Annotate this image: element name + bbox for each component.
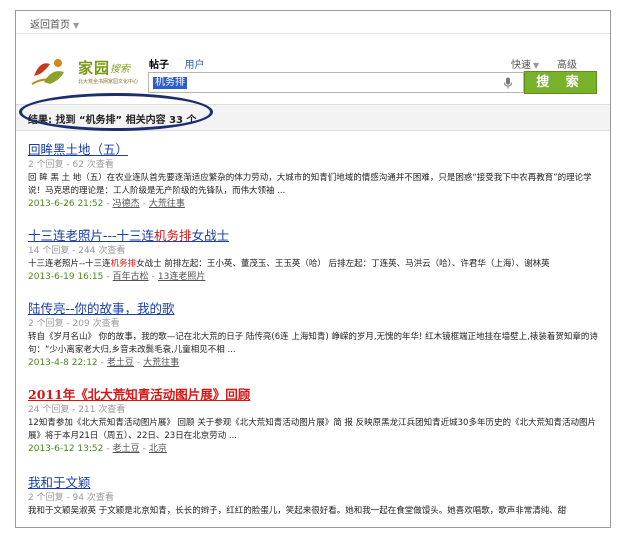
result-meta: 14 个回复 - 244 次查看 — [28, 246, 126, 256]
logo-tagline: 北大荒全书网家园文化中心 — [78, 79, 139, 85]
result-item: 我和于文颖 2 个回复 - 94 次查看 我和于文颖吴淑英 于文颖是北京知青，长… — [28, 475, 604, 518]
top-bar: 返回首页 ▼ — [16, 11, 610, 34]
search-button[interactable]: 搜 索 — [524, 71, 597, 94]
search-input[interactable]: 机务排 — [148, 72, 524, 93]
result-meta: 2 个回复 - 209 次查看 — [28, 319, 120, 329]
highlight-ellipse — [19, 93, 213, 131]
result-date: 2013-6-26 21:52 — [28, 199, 104, 209]
result-footer: 2013-6-19 16:15- 百年古松 -13连老照片 — [28, 272, 206, 282]
logo-ming-icon — [31, 59, 64, 85]
search-value: 机务排 — [153, 77, 187, 89]
tab-posts[interactable]: 帖子 — [149, 60, 169, 71]
search-tabs: 帖子 用户 — [149, 56, 217, 71]
result-title[interactable]: 回眸黑土地（五） — [28, 142, 604, 158]
result-forum[interactable]: 13连老照片 — [158, 272, 205, 282]
chevron-down-icon: ▼ — [533, 61, 540, 70]
result-meta: 2 个回复 - 94 次查看 — [28, 493, 114, 503]
result-meta: 2 个回复 - 62 次查看 — [28, 160, 114, 170]
logo-sub: 搜索 — [110, 64, 130, 75]
tab-users[interactable]: 用户 — [185, 60, 205, 71]
result-title[interactable]: 我和于文颖 — [28, 475, 604, 491]
browser-frame: 返回首页 ▼ 家园 搜索 北大荒全书网家园文化中心 帖子 用户 快速 ▼ 高级 机务… — [15, 10, 611, 528]
result-author[interactable]: 冯德杰 — [113, 199, 140, 209]
result-forum[interactable]: 北京 — [149, 444, 167, 454]
result-author[interactable]: 百年古松 — [113, 272, 149, 282]
result-author[interactable]: 老土豆 — [113, 444, 140, 454]
result-author[interactable]: 老土豆 — [107, 358, 134, 368]
result-footer: 2013-6-26 21:52- 冯德杰 - 大荒往事 — [28, 199, 185, 209]
result-footer: 2013-4-8 22:12- 老土豆 - 大荒往事 — [28, 358, 180, 368]
result-title[interactable]: 十三连老照片---十三连机务排女战士 — [28, 228, 604, 244]
result-item: 陆传亮--你的故事，我的歌 2 个回复 - 209 次查看 转自《岁月名山》 你… — [28, 301, 604, 370]
result-snippet: 转自《岁月名山》 你的故事，我的歌—记在北大荒的日子 陆传亮(6连 上海知青) … — [28, 332, 598, 355]
result-item: 2011年《北大荒知青活动图片展》回顾 24 个回复 - 211 次查看 12知… — [28, 387, 604, 456]
advanced-search-link[interactable]: 高级 — [557, 56, 577, 71]
result-snippet: 12知青参加《北大荒知青活动图片展》 回顾 关于参观《北大荒知青活动图片展》简 … — [28, 418, 596, 441]
back-home-link[interactable]: 返回首页 ▼ — [30, 16, 79, 31]
result-snippet: 我和于文颖吴淑英 于文颖是北京知青，长长的辫子，红红的脸蛋儿，笑起来很好看。她和… — [28, 506, 567, 516]
result-snippet: 十三连老照片--十三连机务排女战士 前排左起：王小英、董茂玉、王玉英（哈） 后排… — [28, 259, 550, 269]
result-date: 2013-6-12 13:52 — [28, 444, 104, 454]
result-date: 2013-4-8 22:12 — [28, 358, 98, 368]
result-date: 2013-6-19 16:15 — [28, 272, 104, 282]
result-item: 十三连老照片---十三连机务排女战士 14 个回复 - 244 次查看 十三连老… — [28, 228, 604, 284]
result-meta: 24 个回复 - 211 次查看 — [28, 405, 126, 415]
result-item: 回眸黑土地（五） 2 个回复 - 62 次查看 回 眸 黑 土 地（五）在农业连… — [28, 142, 604, 211]
result-title[interactable]: 2011年《北大荒知青活动图片展》回顾 — [28, 387, 604, 403]
result-forum[interactable]: 大荒往事 — [149, 199, 185, 209]
result-forum[interactable]: 大荒往事 — [143, 358, 179, 368]
logo-brand: 家园 — [78, 59, 111, 77]
result-snippet: 回 眸 黑 土 地（五）在农业连队首先要逐渐适应繁杂的体力劳动，大城市的知青们地… — [28, 173, 592, 196]
microphone-icon[interactable] — [502, 77, 514, 89]
chevron-down-icon: ▼ — [73, 21, 80, 30]
result-title[interactable]: 陆传亮--你的故事，我的歌 — [28, 301, 604, 317]
quick-search-dropdown[interactable]: 快速 ▼ — [511, 56, 539, 71]
result-footer: 2013-6-12 13:52- 老土豆 - 北京 — [28, 444, 167, 454]
site-logo[interactable]: 家园 搜索 北大荒全书网家园文化中心 — [30, 51, 144, 93]
